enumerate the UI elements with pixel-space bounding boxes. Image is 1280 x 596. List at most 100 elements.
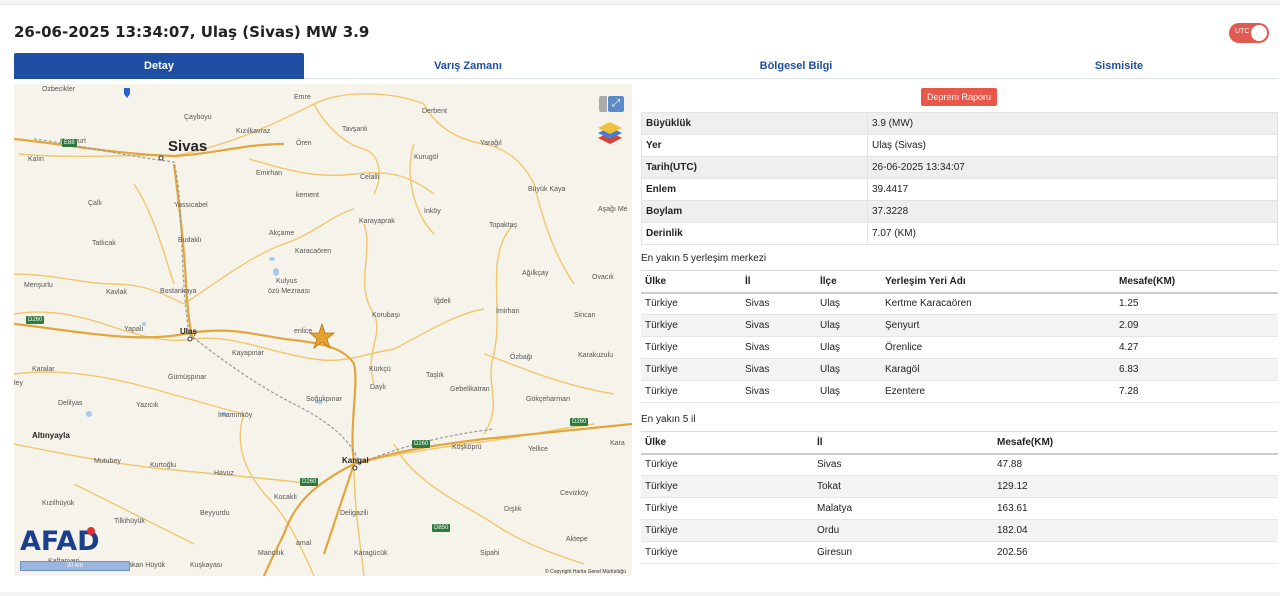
map-label: Büyük Kaya	[528, 186, 566, 193]
cell: Sivas	[741, 314, 816, 337]
info-key: Yer	[641, 134, 868, 157]
map-label: Tilkihüyük	[114, 518, 145, 525]
road-shield-d260: D260	[300, 478, 319, 486]
cell: Ulaş	[816, 314, 881, 337]
map-label: Kalın	[28, 156, 44, 163]
map-label: Ozbecikler	[42, 86, 76, 93]
map-label: Budaklı	[178, 237, 202, 244]
map-label: amal	[296, 540, 312, 547]
cell: Ulaş	[816, 336, 881, 359]
map-label: Celalli	[360, 174, 380, 181]
map-label: Aşağı Me	[598, 206, 628, 213]
info-key: Büyüklük	[641, 112, 868, 135]
cell: Şenyurt	[881, 314, 1115, 337]
cell: Türkiye	[641, 314, 741, 337]
map-label: Tavşanlı	[342, 126, 368, 133]
road-shield-d260: D260	[26, 316, 45, 324]
map-label: Karacaören	[295, 248, 332, 255]
map-label: İnköy	[424, 208, 441, 215]
column-header: İl	[813, 431, 993, 455]
cell: Ulaş	[816, 380, 881, 403]
cell: 163.61	[993, 497, 1278, 520]
map-label: Taşlık	[426, 372, 444, 379]
utc-toggle-label: UTC	[1235, 28, 1250, 35]
table-row: Türkiye Ordu 182.04	[641, 519, 1278, 542]
map-label: Kocaklı	[274, 494, 297, 501]
column-header: Mesafe(KM)	[993, 431, 1278, 455]
map-label: Daylı	[370, 384, 386, 391]
settlements-table: Ülke İl İlçe Yerleşim Yeri Adı Mesafe(KM…	[641, 270, 1278, 403]
map-label: Kürkçü	[369, 366, 391, 373]
utc-toggle[interactable]: UTC	[1229, 23, 1269, 43]
map-label: Mutubey	[94, 458, 121, 465]
map-label: İğdeli	[434, 298, 451, 305]
map-label: Yarağıl	[480, 140, 502, 147]
map-label-kangal: Kangal	[342, 456, 369, 465]
cell: 2.09	[1115, 314, 1278, 337]
cell: Türkiye	[641, 358, 741, 381]
cell: Sivas	[741, 292, 816, 315]
map-label: Yapalı	[124, 326, 144, 333]
page-title: 26-06-2025 13:34:07, Ulaş (Sivas) MW 3.9	[14, 23, 370, 41]
map-label: Yakan Hüyük	[124, 562, 166, 569]
cell: 47.88	[993, 453, 1278, 476]
info-value: 26-06-2025 13:34:07	[867, 156, 1278, 179]
map-label: Beyyurdu	[200, 510, 230, 517]
column-header: Mesafe(KM)	[1115, 270, 1278, 294]
cell: 182.04	[993, 519, 1278, 542]
info-value: Ulaş (Sivas)	[867, 134, 1278, 157]
cell: Sivas	[741, 336, 816, 359]
info-value: 3.9 (MW)	[867, 112, 1278, 135]
table-header-row: Ülke İl İlçe Yerleşim Yeri Adı Mesafe(KM…	[641, 270, 1278, 294]
cell: 1.25	[1115, 292, 1278, 315]
map-label: İmamınköy	[218, 412, 253, 419]
tab-detay[interactable]: Detay	[14, 53, 304, 79]
epicenter-map[interactable]: Sivas Ulaş Kangal Altınyayla Ozbecikler …	[14, 84, 632, 576]
table-row: Türkiye Sivas Ulaş Kertme Karacaören 1.25	[641, 292, 1278, 315]
map-label: Yellice	[528, 446, 548, 453]
column-header: Ülke	[641, 270, 741, 294]
map-label: Kavlak	[106, 289, 128, 296]
map-label: Kızılkavraz	[236, 128, 271, 135]
map-label: Mancılık	[258, 550, 285, 557]
cell: Türkiye	[641, 336, 741, 359]
map-label: Ağılkçay	[522, 270, 549, 277]
cell: Kertme Karacaören	[881, 292, 1115, 315]
map-label: Deligazili	[340, 510, 369, 517]
fullscreen-icon[interactable]: ⤢	[608, 96, 624, 112]
cell: Türkiye	[641, 497, 813, 520]
table-row: Enlem 39.4417	[641, 178, 1278, 201]
map-label: Kurtoğlu	[150, 462, 177, 469]
tab-bolgesel-bilgi[interactable]: Bölgesel Bilgi	[632, 53, 960, 79]
cell: Türkiye	[641, 475, 813, 498]
table-row: Türkiye Sivas Ulaş Şenyurt 2.09	[641, 314, 1278, 337]
map-label: Kızılhüyük	[42, 500, 75, 507]
map-label-ulas: Ulaş	[180, 327, 197, 336]
map-label: Kara	[610, 440, 625, 447]
cell: Örenlice	[881, 336, 1115, 359]
column-header: İl	[741, 270, 816, 294]
table-row: Türkiye Tokat 129.12	[641, 475, 1278, 498]
table-row: Derinlik 7.07 (KM)	[641, 222, 1278, 245]
map-label: Çayboyu	[184, 114, 212, 121]
column-header: Ülke	[641, 431, 813, 455]
info-key: Enlem	[641, 178, 868, 201]
map-label-sivas: Sivas	[168, 138, 208, 155]
cell: Giresun	[813, 541, 993, 564]
tab-varis-zamani[interactable]: Varış Zamanı	[304, 53, 632, 79]
cell: Ezentere	[881, 380, 1115, 403]
tab-sismisite[interactable]: Sismisite	[960, 53, 1278, 79]
layers-icon[interactable]	[594, 120, 626, 146]
road-shield-e88: E88	[62, 139, 77, 147]
table-row: Büyüklük 3.9 (MW)	[641, 112, 1278, 135]
earthquake-report-button[interactable]: Deprem Raporu	[921, 88, 997, 106]
map-label: Ovacık	[592, 274, 614, 281]
info-value: 39.4417	[867, 178, 1278, 201]
table-row: Boylam 37.3228	[641, 200, 1278, 223]
cell: 129.12	[993, 475, 1278, 498]
cell: Türkiye	[641, 541, 813, 564]
map-label: Derbent	[422, 108, 447, 115]
cell: Türkiye	[641, 292, 741, 315]
settlements-title: En yakın 5 yerleşim merkezi	[641, 253, 767, 264]
table-row: Yer Ulaş (Sivas)	[641, 134, 1278, 157]
